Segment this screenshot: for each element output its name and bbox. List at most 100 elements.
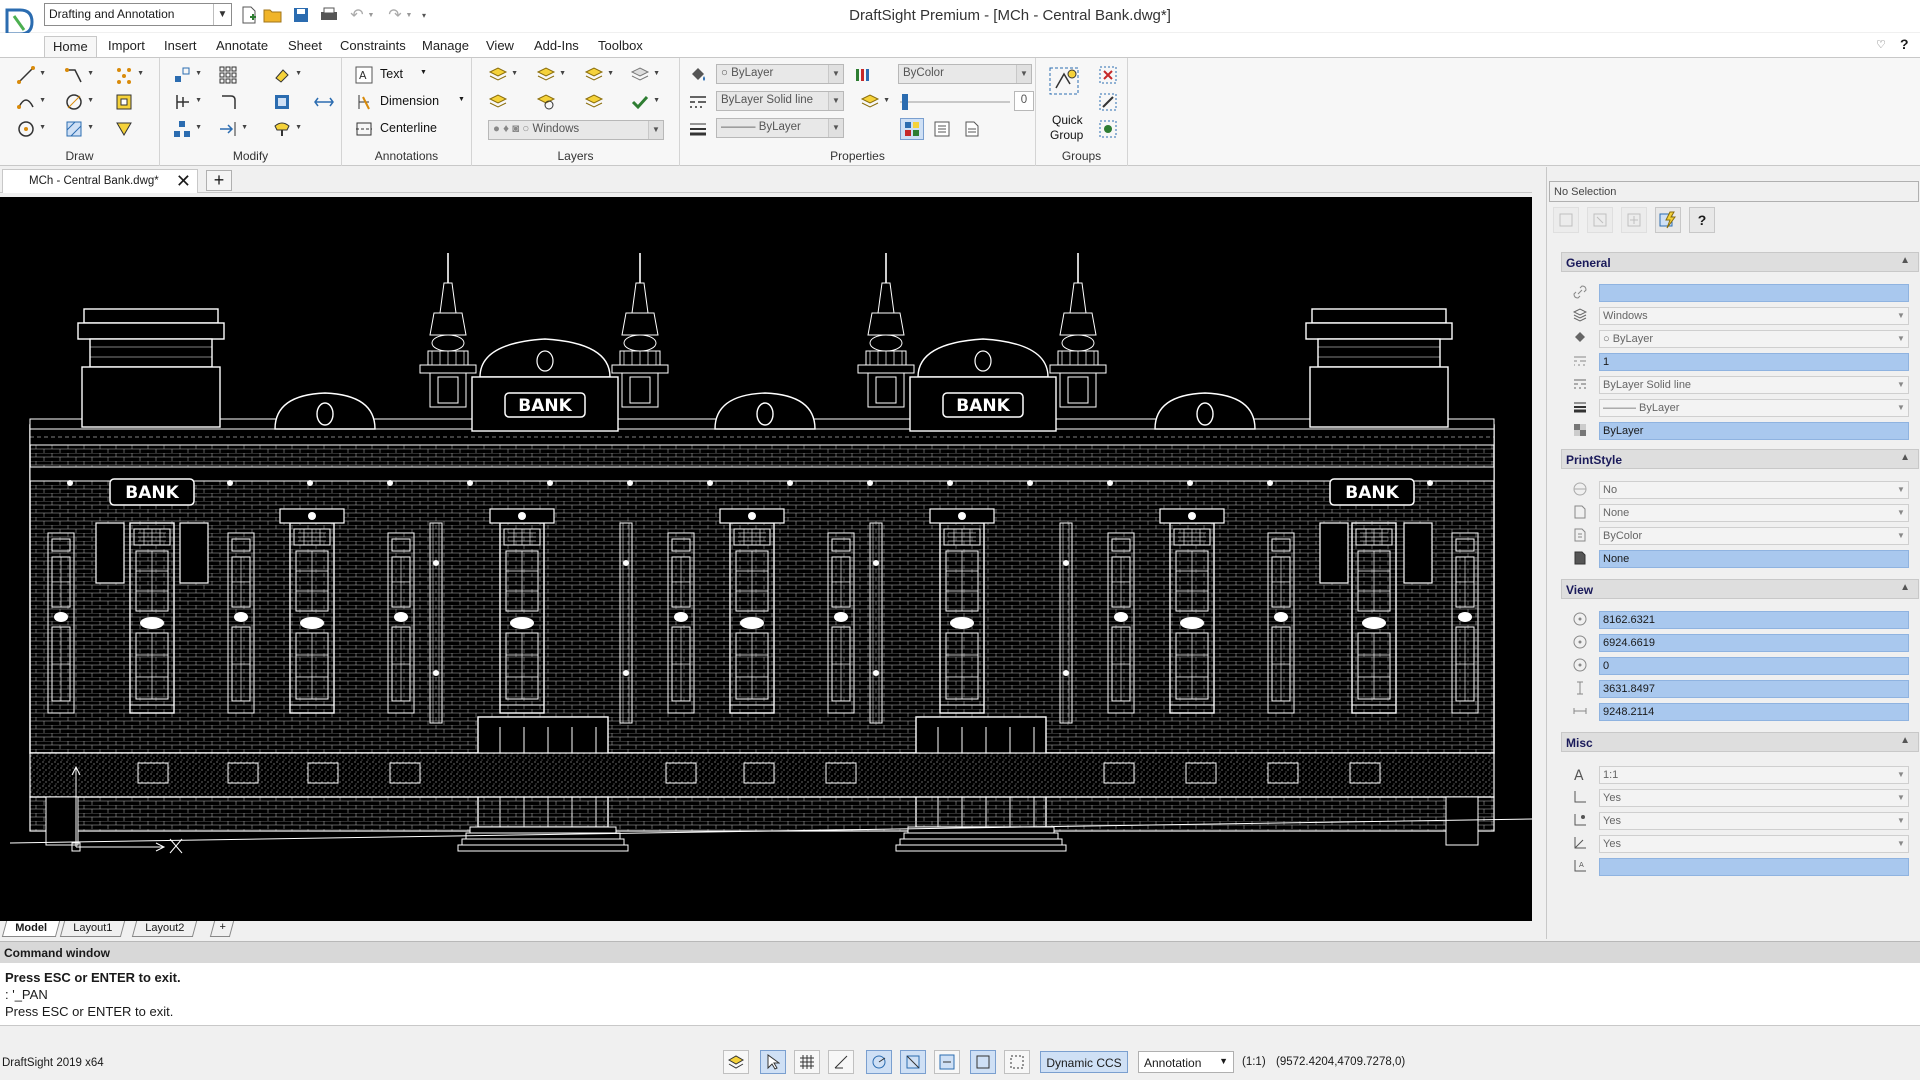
tab-constraints[interactable]: Constraints [332,36,414,57]
center-z-field[interactable]: 0 [1599,657,1909,675]
ortho-icon[interactable] [828,1050,854,1074]
add-layout-button[interactable]: + [209,921,235,937]
extend-icon[interactable]: ▼ [216,118,248,140]
lineweight-icon[interactable] [686,118,710,140]
erase-icon[interactable]: ▼ [270,64,302,86]
rectangle-icon[interactable] [112,91,136,113]
lineweight-toggle-icon[interactable] [970,1050,996,1074]
tab-layout2[interactable]: Layout2 [131,921,198,937]
quick-group-label-line2[interactable]: Group [1050,128,1083,142]
tab-import[interactable]: Import [100,36,153,57]
ucs-icon-origin-field[interactable]: Yes ▼ [1599,812,1909,830]
hatch-icon[interactable]: ▼ [62,118,94,140]
ucs-icon-on-field[interactable]: Yes ▼ [1599,789,1909,807]
polar-icon[interactable] [866,1050,892,1074]
transparency-icon[interactable]: ▼ [858,91,890,113]
dimension-button-label[interactable]: Dimension [380,94,439,108]
explode-icon[interactable]: ▼ [170,118,202,140]
tab-layout1[interactable]: Layout1 [59,921,126,937]
print-icon[interactable] [318,4,340,26]
tab-manage[interactable]: Manage [414,36,477,57]
lineweight-select[interactable]: ——— ByLayer ▼ [716,118,844,138]
annotation-scale-field[interactable]: 1:1 ▼ [1599,766,1909,784]
hyperlink-field[interactable] [1599,284,1909,302]
layer-field[interactable]: Windows ▼ [1599,307,1909,325]
document-tab[interactable]: MCh - Central Bank.dwg* ✕ [2,169,198,193]
workspace-select[interactable]: Drafting and Annotation ▼ [44,3,232,26]
redo-icon[interactable]: ↷ [384,4,406,26]
quick-group-icon[interactable] [1048,64,1082,98]
print-color-bars-icon[interactable] [852,64,876,86]
transparency-value[interactable]: 0 [1014,91,1034,111]
centerline-button-label[interactable]: Centerline [380,121,437,135]
pick-add-icon[interactable] [1621,207,1647,233]
text-icon[interactable]: A [352,64,376,86]
scale-readout[interactable]: (1:1) [1242,1056,1266,1068]
layer-previous-icon[interactable]: ▼ [534,64,566,86]
annotation-scale-select[interactable]: Annotation ▼ [1138,1051,1234,1073]
quick-group-label-line1[interactable]: Quick [1052,113,1083,127]
layer-manager-icon[interactable]: ▼ [486,64,518,86]
printstyle-field-4[interactable]: None [1599,550,1909,568]
tab-model[interactable]: Model [1,921,60,937]
ucs-per-viewport-field[interactable]: Yes ▼ [1599,835,1909,853]
center-y-field[interactable]: 6924.6619 [1599,634,1909,652]
new-file-icon[interactable] [238,4,260,26]
printstyle-section-header[interactable]: PrintStyle ▲ [1561,449,1919,469]
tab-sheet[interactable]: Sheet [280,36,330,57]
dynamic-ccs-toggle[interactable]: Dynamic CCS [1040,1051,1128,1073]
linestyle-select[interactable]: ByLayer Solid line ▼ [716,91,844,111]
drawing-canvas[interactable]: BANK BANK BANK BANK [0,197,1532,921]
quick-input-icon[interactable] [1004,1050,1030,1074]
circle-icon[interactable]: ▼ [14,118,46,140]
new-tab-button[interactable]: + [206,170,232,191]
transparency-slider[interactable] [900,94,1010,110]
polyline-icon[interactable]: ▼ [62,64,94,86]
group-manager-icon[interactable] [1096,118,1120,140]
arc-icon[interactable]: ▼ [14,91,46,113]
printstyle-field-1[interactable]: No ▼ [1599,481,1909,499]
group-edit-icon[interactable] [1096,91,1120,113]
esnap-icon[interactable] [900,1050,926,1074]
linescale-field[interactable]: 1 [1599,353,1909,371]
etrack-icon[interactable] [934,1050,960,1074]
misc-section-header[interactable]: Misc ▲ [1561,732,1919,752]
general-section-header[interactable]: General ▲ [1561,252,1919,272]
linestyle-field[interactable]: ByLayer Solid line ▼ [1599,376,1909,394]
ribbon-minimize-icon[interactable]: ♡ [1876,38,1886,51]
snap-cursor-icon[interactable] [760,1050,786,1074]
color-field[interactable]: ○ ByLayer ▼ [1599,330,1909,348]
height-field[interactable]: 3631.8497 [1599,680,1909,698]
properties-painter-icon[interactable]: ▼ [270,118,302,140]
fillet-icon[interactable] [216,91,240,113]
checkmark-icon[interactable]: ▼ [628,91,660,113]
select-similar-icon[interactable] [1587,207,1613,233]
undo-icon[interactable]: ↶ [346,4,368,26]
stretch-icon[interactable] [312,91,336,113]
printstyle-field-2[interactable]: None ▼ [1599,504,1909,522]
ucs-name-field[interactable] [1599,858,1909,876]
layer-match-icon[interactable] [486,91,510,113]
print-color-select[interactable]: ByColor ▼ [898,64,1032,84]
text-button-label[interactable]: Text [380,67,403,81]
layer-walk-icon[interactable] [534,91,558,113]
open-folder-icon[interactable] [262,4,284,26]
width-field[interactable]: 9248.2114 [1599,703,1909,721]
region-icon[interactable] [112,118,136,140]
grid-icon[interactable] [794,1050,820,1074]
layer-lock-icon[interactable] [582,91,606,113]
selection-filter-select[interactable]: No Selection [1549,181,1919,202]
view-section-header[interactable]: View ▲ [1561,579,1919,599]
transparency-field[interactable]: ByLayer [1599,422,1909,440]
layer-freeze-icon[interactable]: ▼ [628,64,660,86]
tab-home[interactable]: Home [44,36,97,57]
pattern-icon[interactable] [216,64,240,86]
text-dropdown-icon[interactable]: ▼ [420,69,427,76]
color-select[interactable]: ○ ByLayer ▼ [716,64,844,84]
help-icon[interactable]: ? [1900,36,1909,52]
customize-qat-icon[interactable]: ▾ [418,4,430,26]
point-icon[interactable]: ▼ [112,64,144,86]
redo-dropdown-icon[interactable]: ▼ [404,4,414,26]
tab-view[interactable]: View [478,36,522,57]
move-icon[interactable]: ▼ [170,64,202,86]
